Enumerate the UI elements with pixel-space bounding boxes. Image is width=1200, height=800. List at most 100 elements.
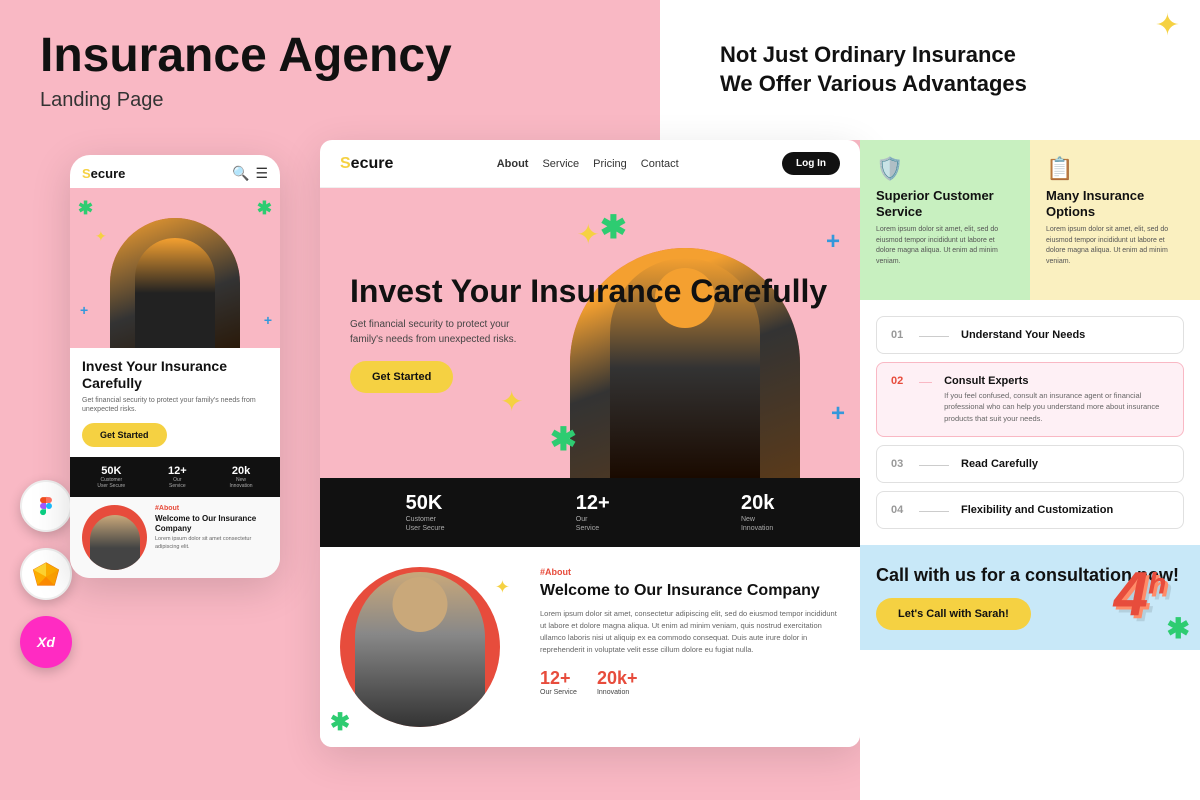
desktop-logo: Secure [340,155,393,173]
desktop-stat-service-num: 12+ [576,492,610,515]
step-understand[interactable]: 01 Understand Your Needs [876,316,1184,354]
mobile-stat-service: 12+ OurService [168,465,187,489]
step-title-1: Understand Your Needs [961,329,1085,341]
desktop-stat-service-label: OurService [576,515,610,533]
sparkle-icon-large: ✦ [1155,8,1180,43]
desktop-stat-innovation-num: 20k [741,492,774,515]
desktop-about-image-container: ✱ ✦ [340,567,520,727]
mobile-stat-service-num: 12+ [168,465,187,477]
step-flexibility[interactable]: 04 Flexibility and Customization [876,491,1184,529]
desktop-mockup: Secure About Service Pricing Contact Log… [320,140,860,747]
mobile-plus-left: + [80,302,88,318]
desktop-about-section: ✱ ✦ #About Welcome to Our Insurance Comp… [320,547,860,747]
nav-contact[interactable]: Contact [641,158,679,170]
desktop-about-stat-innovation-num: 20k+ [597,668,638,689]
steps-list: 01 Understand Your Needs 02 Consult Expe… [860,300,1200,545]
mobile-about-image [82,505,147,570]
xd-icon: Xd [20,616,72,668]
desktop-stat-innovation: 20k NewInnovation [741,492,774,533]
step-num-2: 02 [891,375,907,387]
desktop-plus-top: + [826,228,840,256]
desktop-star-left: ✦ [500,385,523,418]
mobile-stat-customers: 50K CustomerUser Secure [97,465,125,489]
desktop-about-text: #About Welcome to Our Insurance Company … [540,567,840,727]
mobile-hero-subtitle: Get financial security to protect your f… [82,396,268,416]
step-num-1: 01 [891,329,907,341]
desktop-asterisk-top: ✱ [600,208,627,246]
card-many-options: 📋 Many Insurance Options Lorem ipsum dol… [1030,140,1200,300]
step-title-4: Flexibility and Customization [961,504,1113,516]
step-divider-3 [919,465,949,466]
desktop-hero-title: Invest Your Insurance Carefully [350,273,830,310]
desktop-nav: Secure About Service Pricing Contact Log… [320,140,860,188]
desktop-about-stat-innovation: 20k+ Innovation [597,668,638,696]
mobile-hero-content: Invest Your Insurance Carefully Get fina… [70,348,280,457]
desktop-nav-links: About Service Pricing Contact [497,158,679,170]
search-icon: 🔍 [232,165,249,182]
nav-pricing[interactable]: Pricing [593,158,627,170]
step-read[interactable]: 03 Read Carefully [876,445,1184,483]
mobile-asterisk-left: ✱ [78,198,93,219]
desktop-stat-customers-label: CustomerUser Secure [406,515,445,533]
mobile-hero-circle [110,218,240,348]
mobile-nav-icons: 🔍 ☰ [232,165,268,182]
mobile-stat-customers-label: CustomerUser Secure [97,477,125,489]
desktop-about-body: Lorem ipsum dolor sit amet, consectetur … [540,608,840,656]
desktop-about-title: Welcome to Our Insurance Company [540,581,840,600]
desktop-about-stat-service-num: 12+ [540,668,577,689]
menu-icon: ☰ [255,165,268,182]
mobile-cta-button[interactable]: Get Started [82,423,167,447]
desktop-about-stat-service: 12+ Our Service [540,668,577,696]
desktop-asterisk-bottom: ✱ [550,420,577,458]
mobile-mockup: Secure 🔍 ☰ ✱ ✱ + + ✦ Invest Your Insuran… [70,155,280,578]
mobile-asterisk-right: ✱ [257,198,272,219]
desktop-hero-subtitle: Get financial security to protect your f… [350,317,530,347]
step-consult[interactable]: 02 Consult Experts If you feel confused,… [876,362,1184,437]
desktop-about-stat-service-label: Our Service [540,689,577,696]
nav-service[interactable]: Service [542,158,579,170]
desktop-stat-customers-num: 50K [406,492,445,515]
page-subtitle: Landing Page [40,89,620,112]
mobile-star-left: ✦ [95,228,107,245]
mobile-stats-bar: 50K CustomerUser Secure 12+ OurService 2… [70,457,280,497]
mobile-stat-innovation: 20k NewInnovation [230,465,253,489]
design-tools-list: Xd [20,480,72,668]
mobile-hero-section: ✱ ✱ + + ✦ [70,188,280,348]
step-title-3: Read Carefully [961,458,1038,470]
about-asterisk: ✱ [330,708,350,737]
about-star: ✦ [495,577,510,598]
step-content-3: Read Carefully [961,458,1038,470]
desktop-about-circle [340,567,500,727]
desktop-stat-customers: 50K CustomerUser Secure [406,492,445,533]
desktop-stat-service: 12+ OurService [576,492,610,533]
step-content-1: Understand Your Needs [961,329,1085,341]
mobile-stat-customers-num: 50K [97,465,125,477]
step-content-2: Consult Experts If you feel confused, co… [944,375,1169,424]
sketch-icon [20,548,72,600]
desktop-cta-button[interactable]: Get Started [350,361,453,393]
card-superior-title: Superior Customer Service [876,188,1014,219]
cards-row: 🛡️ Superior Customer Service Lorem ipsum… [860,140,1200,300]
desktop-stat-innovation-label: NewInnovation [741,515,774,533]
cta-button[interactable]: Let's Call with Sarah! [876,598,1031,630]
clipboard-icon: 📋 [1046,156,1184,182]
top-right-header: ✦ ✦ Not Just Ordinary Insurance We Offer… [660,0,1200,140]
card-many-options-title: Many Insurance Options [1046,188,1184,219]
desktop-star-right: ✦ [577,218,600,251]
mobile-about-section: #About Welcome to Our Insurance Company … [70,497,280,578]
login-button[interactable]: Log In [782,152,840,175]
cta-section: Call with us for a consultation now! Let… [860,545,1200,651]
nav-about[interactable]: About [497,158,529,170]
cta-asterisk-icon: ✱ [1167,612,1190,645]
desktop-plus-bottom: + [831,400,845,428]
step-num-3: 03 [891,458,907,470]
mobile-nav: Secure 🔍 ☰ [70,155,280,188]
page-title: Insurance Agency [40,30,620,83]
step-title-2: Consult Experts [944,375,1169,387]
desktop-about-stats: 12+ Our Service 20k+ Innovation [540,668,840,696]
desktop-about-stat-innovation-label: Innovation [597,689,638,696]
not-ordinary-line1: Not Just Ordinary Insurance [720,41,1170,70]
page-header: Insurance Agency Landing Page [0,0,660,140]
desktop-stats-bar: 50K CustomerUser Secure 12+ OurService 2… [320,478,860,547]
not-ordinary-line2: We Offer Various Advantages [720,70,1170,99]
